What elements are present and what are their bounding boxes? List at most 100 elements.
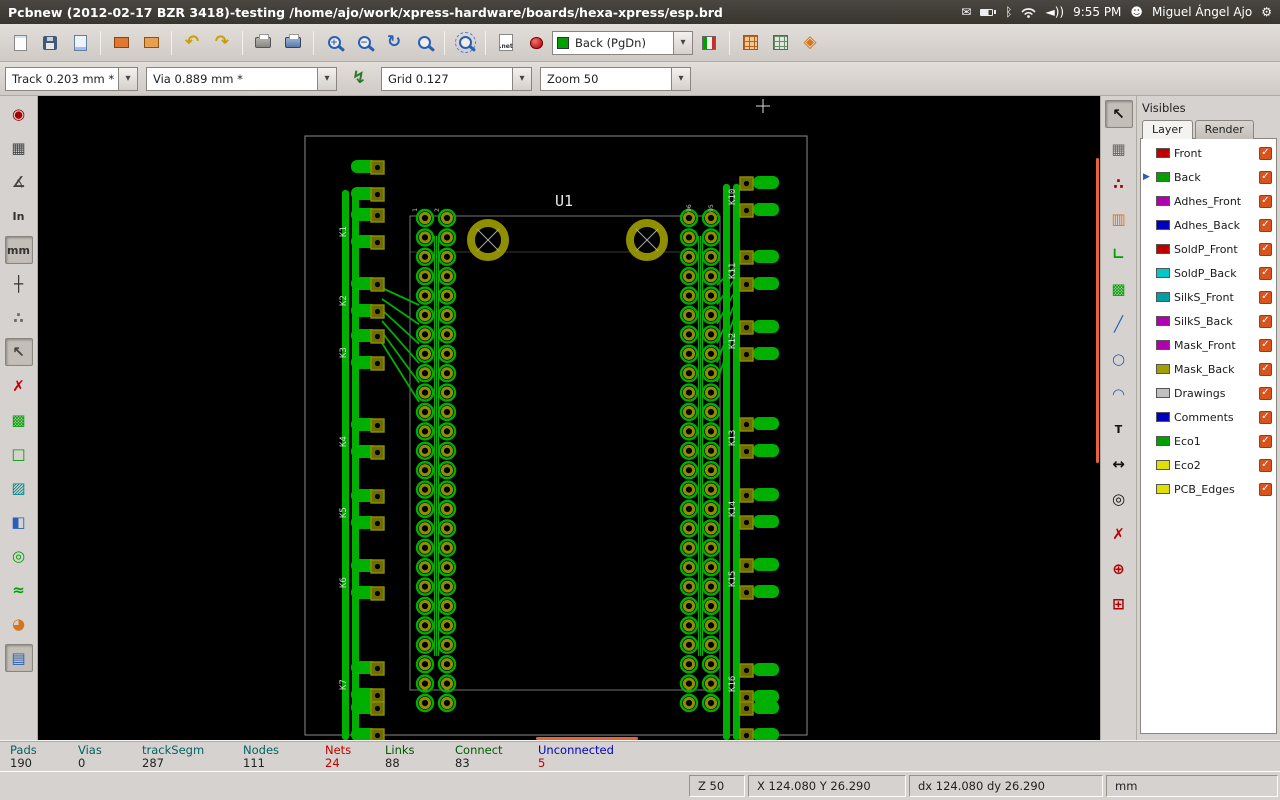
cursor-shape-button[interactable]: ┼	[5, 270, 33, 298]
layer-selector[interactable]: Back (PgDn) ▾	[552, 30, 693, 55]
layer-manager-toggle-button[interactable]	[695, 29, 723, 57]
undo-button[interactable]: ↶	[178, 29, 206, 57]
layer-row-eco1[interactable]: ▶Eco1✓	[1141, 429, 1276, 453]
layer-row-pcb-edges[interactable]: ▶PCB_Edges✓	[1141, 477, 1276, 501]
layer-dropdown-arrow-icon[interactable]: ▾	[673, 31, 692, 54]
track-mode-button[interactable]	[766, 29, 794, 57]
layers-manager-button[interactable]: ▤	[4, 644, 33, 672]
wifi-icon[interactable]	[1021, 7, 1036, 18]
battery-icon[interactable]	[980, 8, 997, 16]
high-contrast-button[interactable]: ◧	[5, 508, 33, 536]
layer-row-front[interactable]: ▶Front✓	[1141, 141, 1276, 165]
ratsnest-toggle-button[interactable]: ∴	[5, 304, 33, 332]
zones-outline-button[interactable]: ▨	[5, 474, 33, 502]
add-text-button[interactable]: T	[1105, 415, 1133, 443]
layer-row-back[interactable]: ▶ Back ✓	[1141, 165, 1276, 189]
mail-icon[interactable]: ✉	[961, 5, 971, 19]
layer-visibility-checkbox[interactable]: ✓	[1259, 218, 1272, 232]
add-graphic-line-button[interactable]: ╱	[1105, 310, 1133, 338]
layer-row-mask-back[interactable]: ▶Mask_Back✓	[1141, 357, 1276, 381]
redo-button[interactable]: ↷	[208, 29, 236, 57]
zones-show-button[interactable]: ▩	[5, 406, 33, 434]
drc-button[interactable]	[522, 29, 550, 57]
auto-track-width-button[interactable]: ↯	[345, 65, 373, 93]
layer-row-adhes-back[interactable]: ▶Adhes_Back✓	[1141, 213, 1276, 237]
drill-origin-button[interactable]: ⊕	[1105, 555, 1133, 583]
plot-button[interactable]	[279, 29, 307, 57]
zoom-out-button[interactable]: −	[350, 29, 378, 57]
layer-visibility-checkbox[interactable]: ✓	[1259, 170, 1272, 184]
add-track-button[interactable]: ∟	[1105, 240, 1133, 268]
netlist-button[interactable]: .net	[492, 29, 520, 57]
save-board-button[interactable]	[36, 29, 64, 57]
microwave-tools-button[interactable]: ◕	[5, 610, 33, 638]
units-mm-button[interactable]: mm	[4, 236, 33, 264]
layer-row-silks-back[interactable]: ▶SilkS_Back✓	[1141, 309, 1276, 333]
select-tool-button[interactable]: ↖	[1104, 100, 1133, 128]
layer-row-eco2[interactable]: ▶Eco2✓	[1141, 453, 1276, 477]
vertical-scrollbar[interactable]	[1096, 158, 1099, 463]
polar-coords-button[interactable]: ∡	[5, 168, 33, 196]
dropdown-arrow-icon[interactable]: ▾	[671, 67, 690, 90]
module-ratsnest-button[interactable]: ↖	[4, 338, 33, 366]
zoom-level-select[interactable]: Zoom 50 ▾	[540, 66, 691, 91]
clock[interactable]: 9:55 PM	[1073, 5, 1121, 19]
layer-row-adhes-front[interactable]: ▶Adhes_Front✓	[1141, 189, 1276, 213]
zoom-selection-button[interactable]	[451, 29, 479, 57]
zoom-fit-button[interactable]	[410, 29, 438, 57]
volume-icon[interactable]: ◄))	[1045, 5, 1064, 19]
add-target-button[interactable]: ◎	[1105, 485, 1133, 513]
local-ratsnest-button[interactable]: ∴	[1105, 170, 1133, 198]
redraw-button[interactable]: ↻	[380, 29, 408, 57]
autoroute-button[interactable]: ◈	[796, 29, 824, 57]
dropdown-arrow-icon[interactable]: ▾	[317, 67, 336, 90]
grid-origin-button[interactable]: ⊞	[1105, 590, 1133, 618]
horizontal-scrollbar[interactable]	[536, 737, 638, 740]
zones-hide-button[interactable]: □	[5, 440, 33, 468]
module-editor-button[interactable]	[107, 29, 135, 57]
grid-size-select[interactable]: Grid 0.127 ▾	[381, 66, 532, 91]
drc-toggle-button[interactable]: ◉	[5, 100, 33, 128]
units-inches-button[interactable]: In	[5, 202, 33, 230]
tracks-sketch-button[interactable]: ≈	[5, 576, 33, 604]
bluetooth-icon[interactable]: ᛒ	[1005, 5, 1012, 19]
layer-visibility-checkbox[interactable]: ✓	[1259, 314, 1272, 328]
layer-row-mask-front[interactable]: ▶Mask_Front✓	[1141, 333, 1276, 357]
add-graphic-circle-button[interactable]: ○	[1105, 345, 1133, 373]
layer-visibility-checkbox[interactable]: ✓	[1259, 434, 1272, 448]
layer-row-silks-front[interactable]: ▶SilkS_Front✓	[1141, 285, 1276, 309]
tab-layer[interactable]: Layer	[1142, 120, 1193, 139]
delete-items-button[interactable]: ✗	[1105, 520, 1133, 548]
user-menu[interactable]: Miguel Ángel Ajo	[1152, 5, 1252, 19]
add-graphic-arc-button[interactable]: ◠	[1105, 380, 1133, 408]
library-browser-button[interactable]	[137, 29, 165, 57]
layer-visibility-checkbox[interactable]: ✓	[1259, 194, 1272, 208]
pcb-canvas[interactable]: K1 K2 K3 K4 K5 K6 K7 K10 K11 K12 K13 K14 K15 K16 U1 1 2 9…	[38, 96, 1100, 740]
zoom-in-button[interactable]: +	[320, 29, 348, 57]
layer-visibility-checkbox[interactable]: ✓	[1259, 410, 1272, 424]
dropdown-arrow-icon[interactable]: ▾	[512, 67, 531, 90]
new-board-button[interactable]	[6, 29, 34, 57]
layer-visibility-checkbox[interactable]: ✓	[1259, 338, 1272, 352]
layer-row-comments[interactable]: ▶Comments✓	[1141, 405, 1276, 429]
layer-visibility-checkbox[interactable]: ✓	[1259, 362, 1272, 376]
layer-visibility-checkbox[interactable]: ✓	[1259, 386, 1272, 400]
track-width-select[interactable]: Track 0.203 mm * ▾	[5, 66, 138, 91]
layer-visibility-checkbox[interactable]: ✓	[1259, 242, 1272, 256]
session-gear-icon[interactable]: ⚙	[1261, 5, 1272, 19]
net-highlight-button[interactable]: ▦	[1105, 135, 1133, 163]
add-module-button[interactable]: ▥	[1105, 205, 1133, 233]
layer-row-soldp-back[interactable]: ▶SoldP_Back✓	[1141, 261, 1276, 285]
layer-row-drawings[interactable]: ▶Drawings✓	[1141, 381, 1276, 405]
pads-sketch-button[interactable]: ◎	[5, 542, 33, 570]
add-zone-button[interactable]: ▩	[1105, 275, 1133, 303]
print-button[interactable]	[249, 29, 277, 57]
tab-render[interactable]: Render	[1194, 120, 1254, 139]
add-dimension-button[interactable]: ↔	[1105, 450, 1133, 478]
grid-toggle-button[interactable]: ▦	[5, 134, 33, 162]
layer-visibility-checkbox[interactable]: ✓	[1259, 458, 1272, 472]
footprint-mode-button[interactable]	[736, 29, 764, 57]
page-settings-button[interactable]	[66, 29, 94, 57]
dropdown-arrow-icon[interactable]: ▾	[118, 67, 137, 90]
layer-row-soldp-front[interactable]: ▶SoldP_Front✓	[1141, 237, 1276, 261]
